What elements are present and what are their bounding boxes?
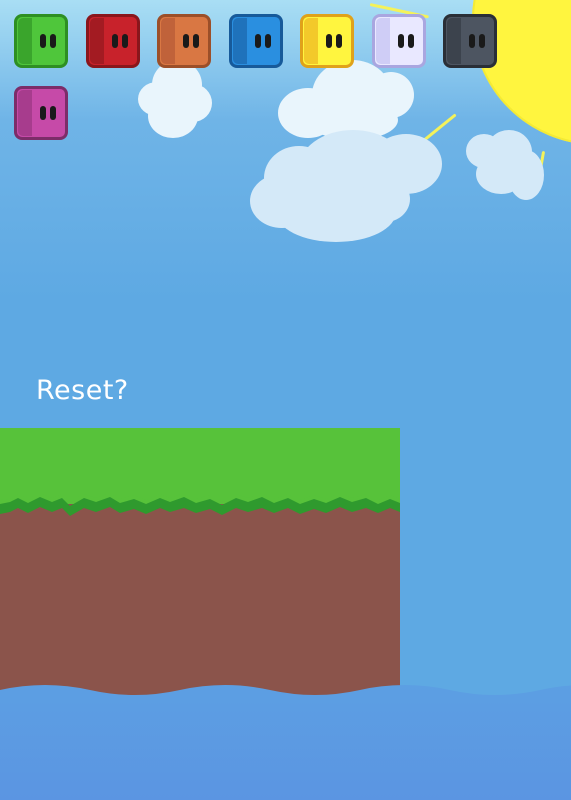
color-tile-green[interactable] xyxy=(14,14,68,68)
tile-shade xyxy=(90,18,104,64)
tile-eye xyxy=(408,34,414,48)
tile-eye xyxy=(479,34,485,48)
water xyxy=(0,685,571,800)
tile-shade xyxy=(376,18,390,64)
tile-eye xyxy=(336,34,342,48)
dirt-block xyxy=(0,500,400,698)
tile-eye xyxy=(326,34,332,48)
color-tile-orange[interactable] xyxy=(157,14,211,68)
tile-shade xyxy=(161,18,175,64)
color-tile-dark-gray[interactable] xyxy=(443,14,497,68)
tile-shade xyxy=(18,90,32,136)
color-tile-blue[interactable] xyxy=(229,14,283,68)
tile-eye xyxy=(255,34,261,48)
tile-shade xyxy=(233,18,247,64)
tile-shade xyxy=(447,18,461,64)
tile-eye xyxy=(469,34,475,48)
tile-eye xyxy=(122,34,128,48)
color-tile-magenta[interactable] xyxy=(14,86,68,140)
tile-eye xyxy=(50,106,56,120)
reset-button[interactable]: Reset? xyxy=(36,375,129,406)
tile-shade xyxy=(304,18,318,64)
tile-eye xyxy=(112,34,118,48)
tile-eye xyxy=(40,106,46,120)
tile-eye xyxy=(183,34,189,48)
tile-eye xyxy=(265,34,271,48)
tile-eye xyxy=(193,34,199,48)
color-tile-red[interactable] xyxy=(86,14,140,68)
tile-eye xyxy=(40,34,46,48)
tile-shade xyxy=(18,18,32,64)
color-tile-lavender[interactable] xyxy=(372,14,426,68)
tile-eye xyxy=(398,34,404,48)
tile-eye xyxy=(50,34,56,48)
color-tile-yellow[interactable] xyxy=(300,14,354,68)
game-scene[interactable]: Reset? xyxy=(0,0,571,800)
